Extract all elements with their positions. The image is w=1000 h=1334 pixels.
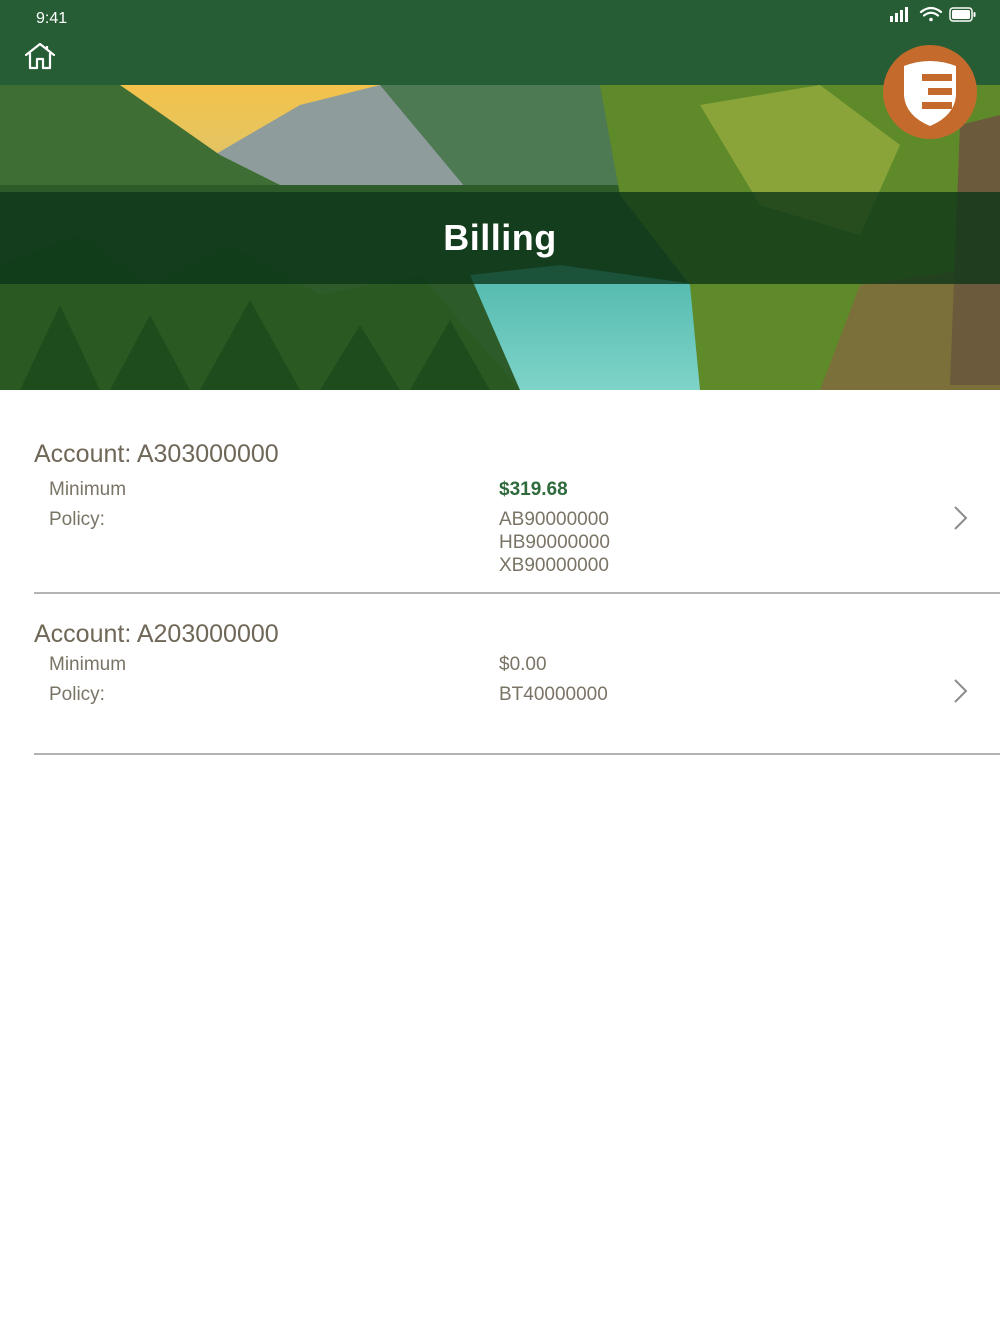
wifi-icon — [919, 6, 943, 22]
status-time: 9:41 — [36, 10, 68, 27]
battery-icon — [949, 7, 976, 22]
policy-number: XB90000000 — [499, 555, 609, 576]
signal-icon — [890, 7, 908, 22]
top-bar: 9:41 — [0, 0, 1000, 85]
hero-banner: Billing — [0, 85, 1000, 390]
account-row[interactable]: Account: A203000000 Minimum $0.00 Policy… — [34, 620, 1000, 756]
minimum-label: Minimum — [49, 479, 127, 500]
policy-number: BT40000000 — [499, 684, 608, 705]
account-row[interactable]: Account: A303000000 Minimum $319.68 Poli… — [34, 440, 1000, 596]
title-band: Billing — [0, 192, 1000, 284]
account-title: Account: A303000000 — [34, 440, 279, 468]
chevron-right-icon[interactable] — [952, 504, 970, 532]
minimum-label: Minimum — [49, 654, 127, 675]
policy-number: AB90000000 — [499, 509, 609, 530]
status-icons — [890, 6, 976, 22]
chevron-right-icon[interactable] — [952, 677, 970, 705]
home-icon[interactable] — [22, 40, 58, 72]
account-title: Account: A203000000 — [34, 620, 279, 648]
policy-number: HB90000000 — [499, 532, 610, 553]
policy-label: Policy: — [49, 509, 105, 530]
page-title: Billing — [443, 217, 557, 258]
minimum-value: $0.00 — [499, 654, 547, 675]
policy-label: Policy: — [49, 684, 105, 705]
shield-logo-icon[interactable] — [882, 44, 978, 140]
divider — [34, 753, 1000, 755]
minimum-value: $319.68 — [499, 479, 568, 500]
divider — [34, 592, 1000, 594]
